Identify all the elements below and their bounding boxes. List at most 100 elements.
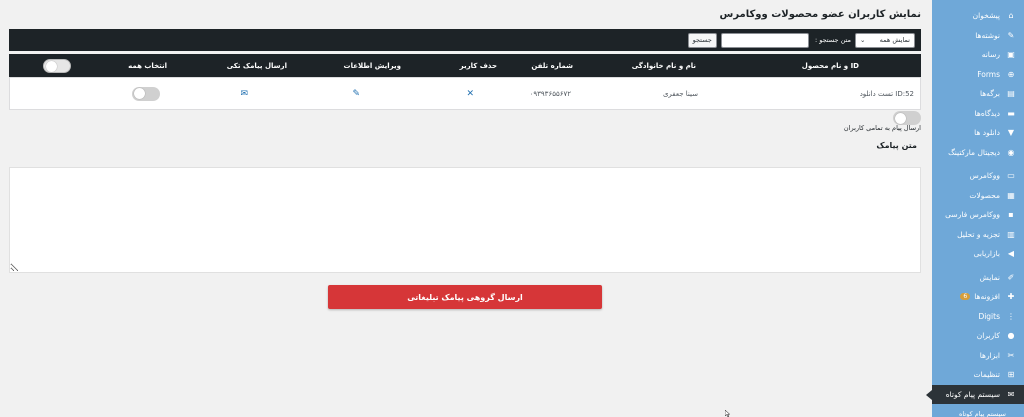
col-select-all: انتخاب همه bbox=[128, 61, 167, 70]
analytics-icon: ▥ bbox=[1007, 229, 1015, 239]
woo-persian-icon: ▪ bbox=[1008, 210, 1014, 220]
col-edit: ویرایش اطلاعات bbox=[343, 61, 401, 70]
search-input[interactable] bbox=[720, 32, 809, 48]
delete-user-button[interactable]: ✕ bbox=[466, 78, 474, 109]
sidebar-item-label: تجزیه و تحلیل bbox=[957, 229, 1000, 239]
sidebar-item-label: Digits bbox=[978, 311, 1000, 321]
woocommerce-icon: ▭ bbox=[1007, 171, 1015, 181]
sidebar-item-label: ووکامرس bbox=[969, 171, 1000, 181]
megaphone-icon: ◀ bbox=[1007, 249, 1015, 259]
sidebar-item-label: Forms bbox=[977, 69, 1000, 79]
sidebar-subitem-sms-system[interactable]: سیستم پیام کوتاه bbox=[932, 404, 1024, 417]
sidebar-item-plugins[interactable]: ✚ افزونه‌ها 6 bbox=[932, 287, 1024, 307]
row-name: سینا جعفری bbox=[662, 89, 698, 98]
plugins-icon: ✚ bbox=[1007, 292, 1015, 302]
products-icon: ▦ bbox=[1007, 190, 1015, 200]
col-phone: شماره تلفن bbox=[531, 61, 573, 70]
sidebar-item-settings[interactable]: ⊞ تنظیمات bbox=[932, 365, 1024, 385]
mouse-cursor-icon bbox=[725, 410, 731, 417]
forms-icon: ⊕ bbox=[1007, 69, 1015, 79]
sidebar-item-products[interactable]: ▦ محصولات bbox=[932, 186, 1024, 206]
search-button[interactable]: جستجو bbox=[687, 32, 717, 48]
close-icon: ✕ bbox=[466, 88, 474, 99]
pages-icon: ▤ bbox=[1007, 89, 1015, 99]
col-name: نام و نام خانوادگی bbox=[631, 61, 696, 70]
digits-icon: ⋮ bbox=[1007, 311, 1015, 321]
col-single-sms: ارسال پیامک تکی bbox=[226, 61, 287, 70]
sidebar-item-label: دیدگاه‌ها bbox=[974, 108, 1000, 118]
sidebar-item-label: ووکامرس فارسی bbox=[945, 210, 1000, 220]
filter-toolbar: نمایش همه ⌄ متن جستجو : جستجو bbox=[9, 29, 921, 51]
send-single-sms-button[interactable]: ✉ bbox=[240, 78, 248, 109]
edit-user-button[interactable]: ✎ bbox=[352, 78, 360, 109]
all-users-toggle[interactable] bbox=[893, 111, 921, 125]
tools-icon: ✂ bbox=[1007, 350, 1015, 360]
search-label: متن جستجو : bbox=[814, 36, 851, 44]
table-row: ID:52 تست دانلود سینا جعفری ۰۹۳۹۳۶۵۵۶۷۲ … bbox=[9, 77, 921, 110]
sidebar-item-users[interactable]: ● کاربران bbox=[932, 326, 1024, 346]
comments-icon: ▬ bbox=[1007, 108, 1015, 118]
settings-icon: ⊞ bbox=[1007, 370, 1015, 380]
filter-select[interactable]: نمایش همه ⌄ bbox=[855, 32, 915, 48]
sidebar-item-megaphone[interactable]: ◀ بازاریابی bbox=[932, 244, 1024, 264]
sidebar-item-label: ابزارها bbox=[979, 350, 1000, 360]
row-phone: ۰۹۳۹۳۶۵۵۶۷۲ bbox=[529, 89, 571, 98]
message-label: متن پیامک bbox=[876, 141, 917, 150]
table-header: ID و نام محصول نام و نام خانوادگی شماره … bbox=[9, 54, 921, 77]
sidebar-item-download[interactable]: ▼ دانلود ها bbox=[932, 123, 1024, 143]
sidebar-item-forms[interactable]: ⊕ Forms bbox=[932, 65, 1024, 85]
sidebar-item-woocommerce[interactable]: ▭ ووکامرس bbox=[932, 166, 1024, 186]
sidebar-item-pin[interactable]: ✎ نوشته‌ها bbox=[932, 26, 1024, 46]
sidebar-item-marketing[interactable]: ◉ دیجیتال مارکتینگ bbox=[932, 143, 1024, 163]
sidebar-item-label: دیجیتال مارکتینگ bbox=[948, 147, 1000, 157]
row-select-toggle[interactable] bbox=[132, 86, 160, 101]
sidebar-item-label: افزونه‌ها bbox=[974, 292, 1000, 302]
envelope-icon: ✉ bbox=[240, 88, 248, 99]
sidebar-item-woo-persian[interactable]: ▪ ووکامرس فارسی bbox=[932, 205, 1024, 225]
sidebar-item-label: نوشته‌ها bbox=[975, 30, 1000, 40]
sidebar-item-label: بازاریابی bbox=[973, 249, 1000, 259]
sidebar-item-label: برگه‌ها bbox=[979, 89, 1000, 99]
sidebar-item-digits[interactable]: ⋮ Digits bbox=[932, 307, 1024, 327]
sidebar-item-label: رسانه bbox=[981, 50, 1000, 60]
sidebar-item-label: کاربران bbox=[976, 331, 1000, 341]
admin-sidebar: ⌂ پیشخوان ✎ نوشته‌ها ▣ رسانه ⊕ Forms ▤ برگه‌ها ▬ دی… bbox=[926, 0, 1024, 417]
col-delete: حذف کاربر bbox=[459, 61, 497, 70]
sidebar-item-label: پیشخوان bbox=[972, 11, 1000, 21]
select-all-toggle-cell bbox=[43, 54, 71, 77]
sidebar-item-tools[interactable]: ✂ ابزارها bbox=[932, 346, 1024, 366]
sidebar-item-sms-system[interactable]: ✉ سیستم پیام کوتاه bbox=[926, 384, 1024, 404]
pin-icon: ✎ bbox=[1007, 30, 1015, 40]
sidebar-menu: ⌂ پیشخوان ✎ نوشته‌ها ▣ رسانه ⊕ Forms ▤ برگه‌ها ▬ دی… bbox=[932, 6, 1024, 385]
sidebar-item-appearance[interactable]: ✐ نمایش bbox=[932, 268, 1024, 288]
all-users-label: ارسال پیام به تمامی کاربران bbox=[843, 124, 921, 132]
wrench-icon: ✎ bbox=[352, 88, 360, 99]
users-icon: ● bbox=[1007, 331, 1015, 341]
sidebar-item-analytics[interactable]: ▥ تجزیه و تحلیل bbox=[932, 225, 1024, 245]
appearance-icon: ✐ bbox=[1007, 272, 1015, 282]
page-title: نمایش کاربران عضو محصولات ووکامرس bbox=[719, 9, 921, 20]
row-id-product: ID:52 تست دانلود bbox=[859, 89, 914, 98]
row-select-toggle-cell bbox=[132, 78, 160, 109]
dashboard-icon: ⌂ bbox=[1008, 11, 1014, 21]
sidebar-item-label: سیستم پیام کوتاه bbox=[945, 389, 1000, 399]
col-id-product: ID و نام محصول bbox=[801, 61, 859, 70]
marketing-icon: ◉ bbox=[1007, 147, 1015, 157]
update-count-badge: 6 bbox=[960, 293, 971, 301]
sidebar-item-label: نمایش bbox=[979, 272, 1000, 282]
sidebar-item-media[interactable]: ▣ رسانه bbox=[932, 45, 1024, 65]
chevron-down-icon: ⌄ bbox=[860, 36, 866, 44]
select-all-toggle[interactable] bbox=[43, 58, 71, 73]
download-icon: ▼ bbox=[1007, 128, 1015, 138]
message-textarea[interactable] bbox=[9, 167, 921, 273]
sms-icon: ✉ bbox=[1007, 389, 1015, 399]
sidebar-item-pages[interactable]: ▤ برگه‌ها bbox=[932, 84, 1024, 104]
send-bulk-sms-button[interactable]: ارسال گروهی پیامک تبلیغاتی bbox=[328, 285, 602, 309]
sidebar-item-comments[interactable]: ▬ دیدگاه‌ها bbox=[932, 104, 1024, 124]
sidebar-item-label: تنظیمات bbox=[973, 370, 1000, 380]
media-icon: ▣ bbox=[1007, 50, 1015, 60]
filter-select-value: نمایش همه bbox=[879, 36, 910, 44]
sidebar-item-label: محصولات bbox=[969, 190, 1000, 200]
sidebar-item-label: دانلود ها bbox=[974, 128, 1000, 138]
sidebar-item-dashboard[interactable]: ⌂ پیشخوان bbox=[932, 6, 1024, 26]
